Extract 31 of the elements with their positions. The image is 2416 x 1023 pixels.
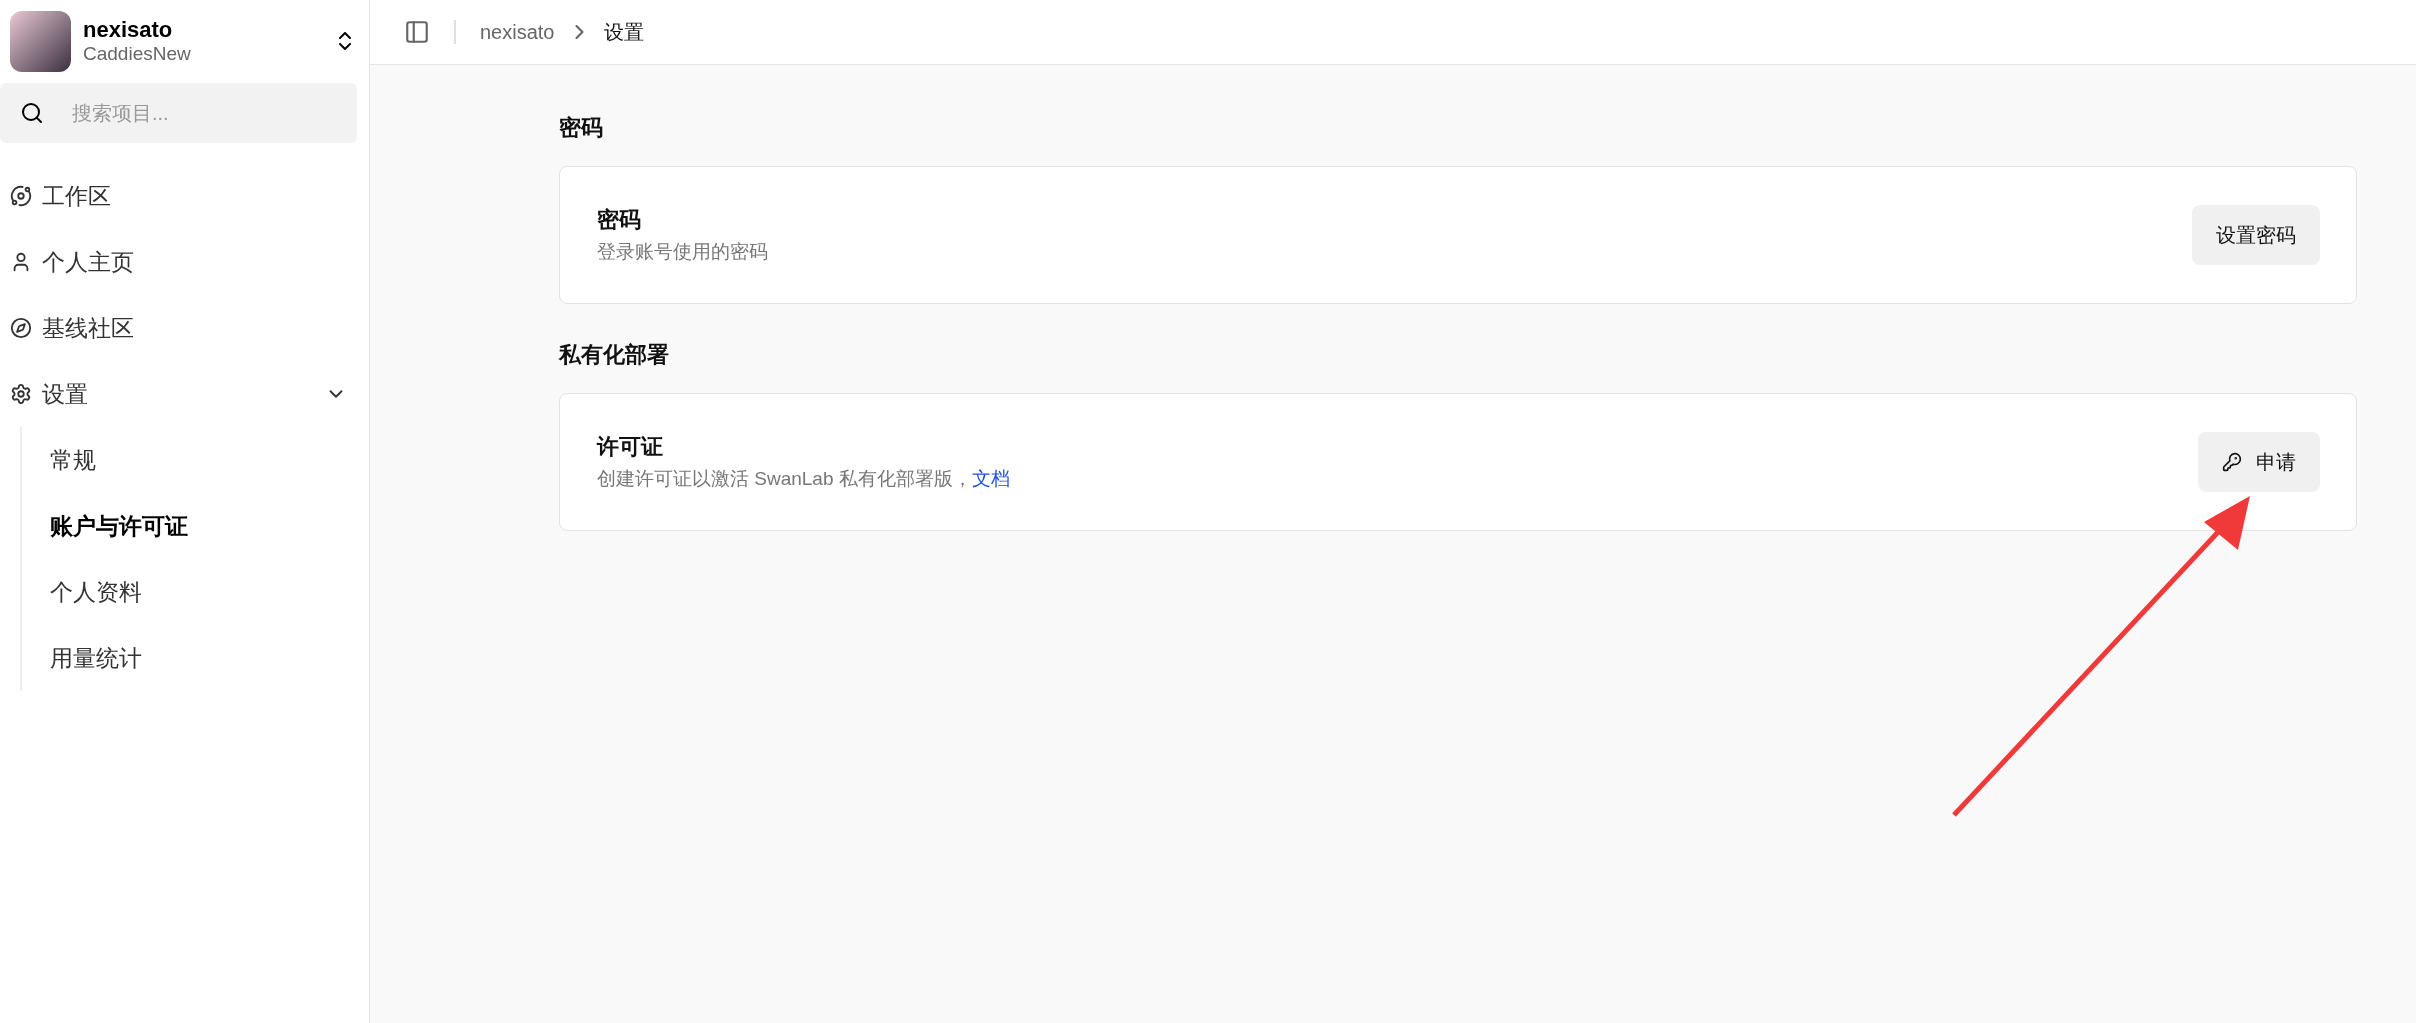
account-name: nexisato [83, 17, 174, 43]
key-icon [2222, 452, 2242, 472]
card-description: 登录账号使用的密码 [597, 240, 769, 264]
sidebar-subitem[interactable]: 账户与许可证 [22, 493, 369, 559]
search-field[interactable]: 搜索项目... [0, 83, 357, 143]
card-description: 创建许可证以激活 SwanLab 私有化部署版，文档 [597, 467, 1011, 491]
action-button[interactable]: 设置密码 [2192, 205, 2320, 265]
card-title: 许可证 [597, 433, 664, 461]
card-title: 密码 [597, 206, 642, 234]
sidebar-toggle-icon[interactable] [404, 19, 430, 45]
sidebar-item[interactable]: 基线社区 [0, 295, 369, 361]
sidebar-subitem[interactable]: 个人资料 [22, 559, 369, 625]
sidebar-item[interactable]: 设置 [0, 361, 369, 427]
action-button[interactable]: 申请 [2198, 432, 2320, 492]
orbit-icon [10, 185, 32, 207]
search-icon [20, 101, 44, 125]
chevron-right-icon [574, 25, 584, 39]
team-name: CaddiesNew [83, 43, 192, 65]
compass-icon [10, 317, 32, 339]
sidebar-item[interactable]: 个人主页 [0, 229, 369, 295]
docs-link[interactable]: 文档 [971, 468, 1010, 489]
section-title: 密码 [559, 114, 604, 142]
breadcrumb-link[interactable]: nexisato [480, 20, 555, 44]
section-title: 私有化部署 [559, 341, 670, 369]
breadcrumb-link[interactable]: 设置 [603, 18, 644, 46]
settings-icon [10, 383, 32, 405]
sidebar-subitem[interactable]: 常规 [22, 427, 369, 493]
sidebar-item[interactable]: 工作区 [0, 163, 369, 229]
search-input[interactable]: 搜索项目... [70, 100, 357, 126]
sidebar-subitem[interactable]: 用量统计 [22, 625, 369, 691]
avatar-image [10, 10, 71, 72]
